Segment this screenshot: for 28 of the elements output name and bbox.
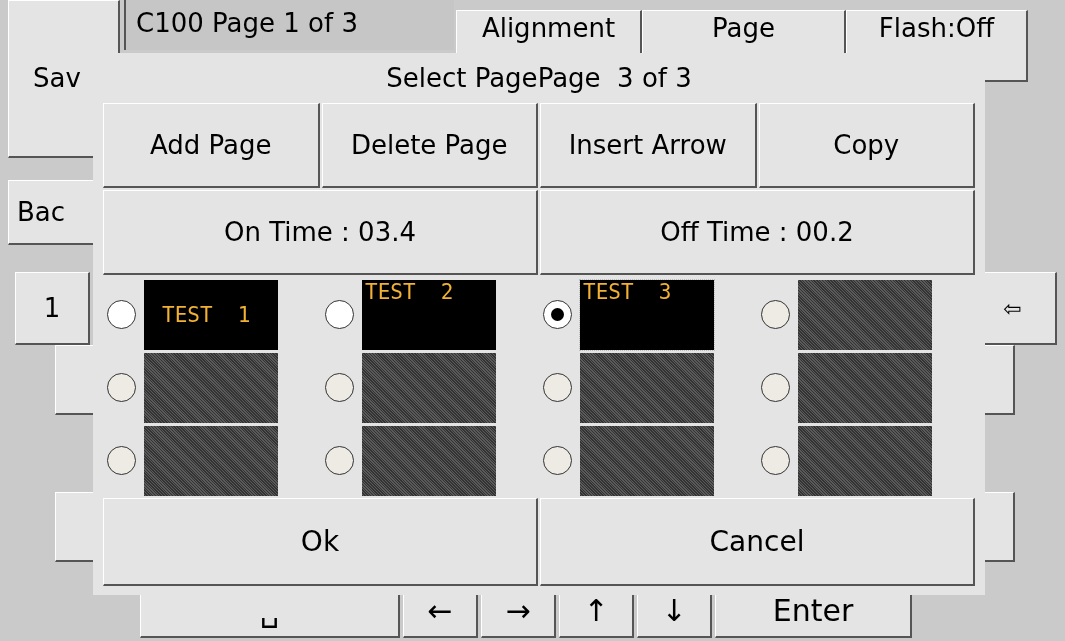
action-button[interactable]: Copy xyxy=(758,103,975,188)
dialog-button[interactable]: Ok xyxy=(103,498,538,586)
radio-button[interactable] xyxy=(325,300,354,329)
page-preview[interactable]: TEST 2 xyxy=(362,279,496,350)
page-text: TEST 2 xyxy=(365,279,454,304)
radio-button[interactable] xyxy=(107,300,136,329)
radio-button[interactable] xyxy=(543,373,572,402)
radio-button[interactable] xyxy=(761,373,790,402)
time-button[interactable]: Off Time : 00.2 xyxy=(540,190,975,275)
page-preview[interactable]: TEST 3 xyxy=(580,279,714,350)
action-button[interactable]: Insert Arrow xyxy=(540,103,757,188)
dialog-button[interactable]: Cancel xyxy=(540,498,975,586)
page-text: TEST 3 xyxy=(583,279,672,304)
radio-button[interactable] xyxy=(761,300,790,329)
radio-button[interactable] xyxy=(107,446,136,475)
key-button[interactable]: 1 xyxy=(15,272,90,345)
action-button[interactable]: Delete Page xyxy=(321,103,538,188)
radio-button[interactable] xyxy=(107,373,136,402)
page-preview[interactable]: TEST 1 xyxy=(144,279,278,350)
radio-button[interactable] xyxy=(543,446,572,475)
page-label: C100 Page 1 of 3 xyxy=(124,0,454,50)
radio-button[interactable] xyxy=(325,373,354,402)
radio-button[interactable] xyxy=(761,446,790,475)
page-text: TEST 1 xyxy=(162,302,251,327)
radio-button[interactable] xyxy=(325,446,354,475)
radio-button[interactable] xyxy=(543,300,572,329)
action-button[interactable]: Add Page xyxy=(103,103,320,188)
time-button[interactable]: On Time : 03.4 xyxy=(103,190,538,275)
